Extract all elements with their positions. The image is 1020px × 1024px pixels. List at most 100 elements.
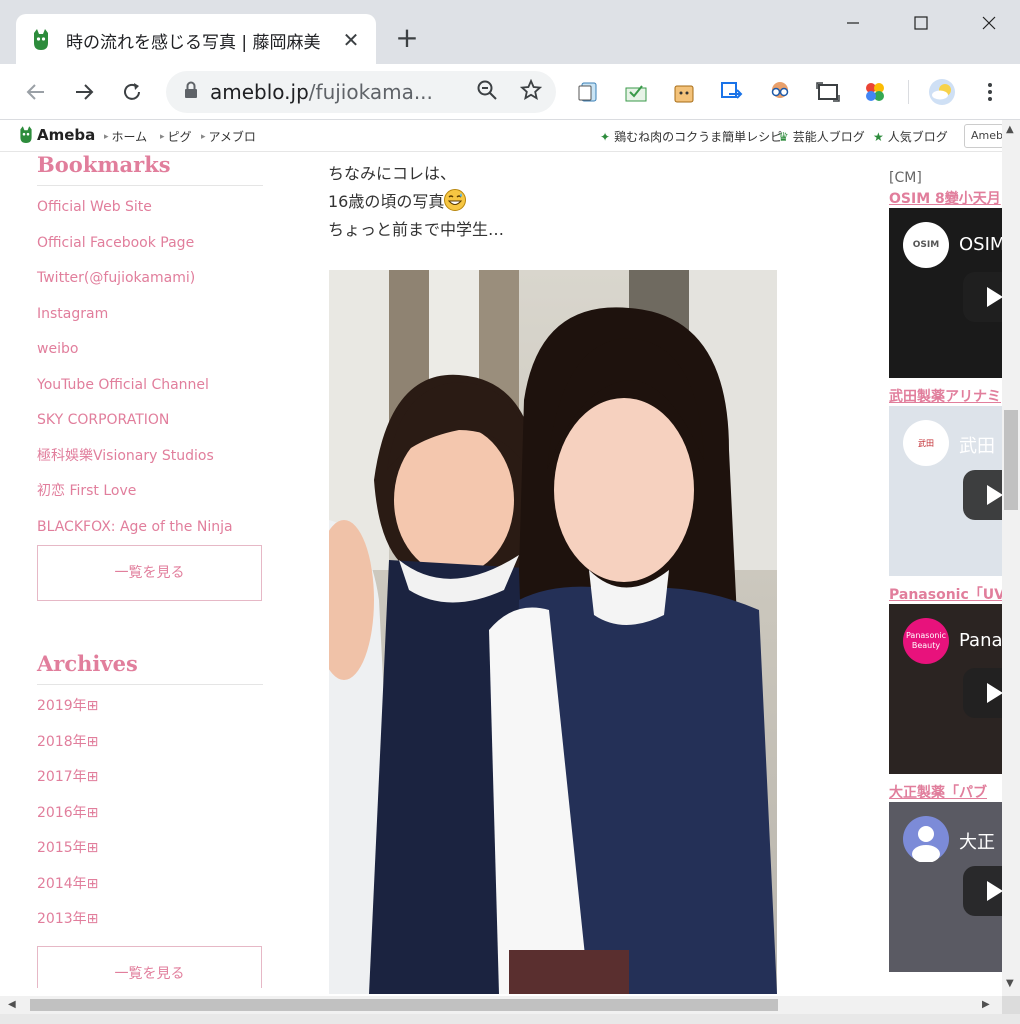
- archive-year-link[interactable]: 2016年⊞: [37, 800, 263, 836]
- bookmark-link[interactable]: Twitter(@fujiokamami): [37, 265, 263, 301]
- chevron-right-icon: ▸: [160, 131, 165, 142]
- article-photo[interactable]: [329, 270, 777, 994]
- ameba-nav-pigg[interactable]: ▸ ピグ: [160, 128, 192, 145]
- archive-year-link[interactable]: 2013年⊞: [37, 906, 263, 942]
- browser-tab[interactable]: 時の流れを感じる写真 | 藤岡麻美 ✕: [16, 14, 376, 66]
- bookmark-link[interactable]: Official Web Site: [37, 194, 263, 230]
- article-line: 16歳の頃の写真: [328, 188, 504, 216]
- reload-button[interactable]: [116, 76, 148, 108]
- archive-year-link[interactable]: 2015年⊞: [37, 835, 263, 871]
- archive-year-link[interactable]: 2017年⊞: [37, 764, 263, 800]
- ad-video[interactable]: 大正: [889, 802, 1002, 972]
- extension-mail-icon[interactable]: [622, 78, 650, 106]
- bookmark-link[interactable]: 極科娛樂Visionary Studios: [37, 443, 263, 479]
- tab-close-icon[interactable]: ✕: [340, 28, 362, 52]
- article-line: ちなみにコレは、: [328, 164, 457, 183]
- maximize-button[interactable]: [898, 8, 944, 38]
- extension-screenshot-icon[interactable]: [814, 78, 842, 106]
- ad-video[interactable]: OSIM OSIM: [889, 208, 1002, 378]
- star-icon: ★: [873, 129, 884, 144]
- bookmark-link[interactable]: BLACKFOX: Age of the Ninja: [37, 514, 263, 550]
- expand-icon[interactable]: ⊞: [87, 911, 99, 927]
- vertical-scrollbar[interactable]: ▲ ▼: [1002, 120, 1020, 996]
- new-tab-button[interactable]: +: [392, 24, 422, 54]
- ad-channel-name: 大正: [959, 832, 995, 853]
- scroll-left-icon[interactable]: ◀: [8, 999, 16, 1010]
- play-icon[interactable]: [963, 470, 1002, 520]
- ameba-header-bar: Ameba ▸ ホーム ▸ ピグ ▸ アメブロ ✦ 鶏むね肉のコクうま簡単レシピ ♛ 芸能…: [0, 120, 1004, 152]
- extension-share-icon[interactable]: [718, 78, 746, 106]
- expand-icon[interactable]: ⊞: [87, 769, 99, 785]
- minimize-button[interactable]: [830, 8, 876, 38]
- address-bar[interactable]: ameblo.jp/fujiokama...: [166, 71, 556, 113]
- expand-icon[interactable]: ⊞: [87, 805, 99, 821]
- expand-icon[interactable]: ⊞: [87, 876, 99, 892]
- archive-year-link[interactable]: 2018年⊞: [37, 729, 263, 765]
- vertical-scroll-thumb[interactable]: [1004, 410, 1018, 510]
- ad-channel-avatar-icon: [903, 816, 949, 862]
- tab-title: 時の流れを感じる写真 | 藤岡麻美: [66, 32, 321, 53]
- bookmark-link[interactable]: SKY CORPORATION: [37, 407, 263, 443]
- article-body: ちなみにコレは、 16歳の頃の写真 ちょっと前まで中学生…: [328, 160, 504, 244]
- close-window-button[interactable]: [966, 8, 1012, 38]
- play-icon[interactable]: [963, 866, 1002, 916]
- extension-bag-icon[interactable]: [670, 78, 698, 106]
- horizontal-scroll-thumb[interactable]: [30, 999, 778, 1011]
- forward-button[interactable]: [68, 76, 100, 108]
- grin-emoji-icon: [444, 189, 467, 211]
- back-button[interactable]: [20, 76, 52, 108]
- extension-notes-icon[interactable]: [575, 78, 603, 106]
- ad-channel-name: 武田: [959, 436, 995, 457]
- expand-icon[interactable]: ⊞: [87, 734, 99, 750]
- bookmark-star-icon[interactable]: [519, 78, 543, 105]
- ad-label: [CM]: [889, 170, 922, 186]
- bookmark-link[interactable]: YouTube Official Channel: [37, 372, 263, 408]
- scroll-down-icon[interactable]: ▼: [1006, 978, 1014, 989]
- ad-title-link[interactable]: 大正製薬「パブ: [889, 782, 1002, 802]
- scroll-right-icon[interactable]: ▶: [982, 999, 990, 1010]
- extension-glasses-icon[interactable]: [766, 78, 794, 106]
- bookmark-link[interactable]: 初恋 First Love: [37, 478, 263, 514]
- archive-year-link[interactable]: 2019年⊞: [37, 693, 263, 729]
- ameba-logo-icon: [20, 126, 32, 143]
- zoom-icon[interactable]: [476, 79, 498, 105]
- play-icon[interactable]: [963, 272, 1002, 322]
- bookmark-link[interactable]: Instagram: [37, 301, 263, 337]
- window-bottom-edge: [0, 1014, 1020, 1024]
- ameba-nav-home[interactable]: ▸ ホーム: [104, 128, 147, 145]
- bookmarks-list: Official Web Site Official Facebook Page…: [37, 194, 263, 549]
- url-text[interactable]: ameblo.jp/fujiokama...: [210, 80, 476, 104]
- ad-video[interactable]: 武田 武田: [889, 406, 1002, 576]
- ameba-login-button[interactable]: Ameb: [964, 124, 1004, 148]
- toolbar-separator: [908, 80, 909, 104]
- popular-blog-link[interactable]: ★ 人気ブログ: [873, 128, 948, 145]
- chevron-right-icon: ▸: [104, 131, 109, 142]
- ad-title-link[interactable]: OSIM 8變小天月: [889, 188, 1002, 208]
- lock-icon[interactable]: [184, 81, 198, 103]
- play-icon[interactable]: [963, 668, 1002, 718]
- archive-year-link[interactable]: 2014年⊞: [37, 871, 263, 907]
- ad-channel-name: OSIM: [959, 234, 1002, 255]
- ad-title-link[interactable]: Panasonic「UV: [889, 584, 1002, 604]
- expand-icon[interactable]: ⊞: [87, 698, 99, 714]
- scroll-up-icon[interactable]: ▲: [1006, 124, 1014, 135]
- bookmark-link[interactable]: weibo: [37, 336, 263, 372]
- expand-icon[interactable]: ⊞: [87, 840, 99, 856]
- sparkle-icon: ✦: [600, 129, 611, 144]
- horizontal-scrollbar[interactable]: ◀ ▶: [0, 996, 1002, 1014]
- ad-video[interactable]: Panasonic Beauty Pana: [889, 604, 1002, 774]
- ad-channel-logo: OSIM: [903, 222, 949, 268]
- bookmark-link[interactable]: Official Facebook Page: [37, 230, 263, 266]
- celebrity-blog-link[interactable]: ♛ 芸能人ブログ: [778, 128, 865, 145]
- ad-column: [CM] OSIM 8變小天月 OSIM OSIM 武田製薬アリナミ 武田 武田…: [889, 170, 1002, 980]
- bookmarks-see-all-button[interactable]: 一覧を見る: [37, 545, 262, 601]
- extension-photos-icon[interactable]: [861, 78, 889, 106]
- profile-avatar-icon[interactable]: [928, 78, 956, 106]
- recipe-link[interactable]: ✦ 鶏むね肉のコクうま簡単レシピ: [600, 128, 782, 145]
- ameba-nav-ameblo[interactable]: ▸ アメブロ: [201, 128, 256, 145]
- archives-see-all-button[interactable]: 一覧を見る: [37, 945, 262, 988]
- ameba-logo[interactable]: Ameba: [18, 126, 95, 144]
- browser-menu-icon[interactable]: [976, 78, 1004, 106]
- ad-title-link[interactable]: 武田製薬アリナミ: [889, 386, 1002, 406]
- ad-channel-logo: Panasonic Beauty: [903, 618, 949, 664]
